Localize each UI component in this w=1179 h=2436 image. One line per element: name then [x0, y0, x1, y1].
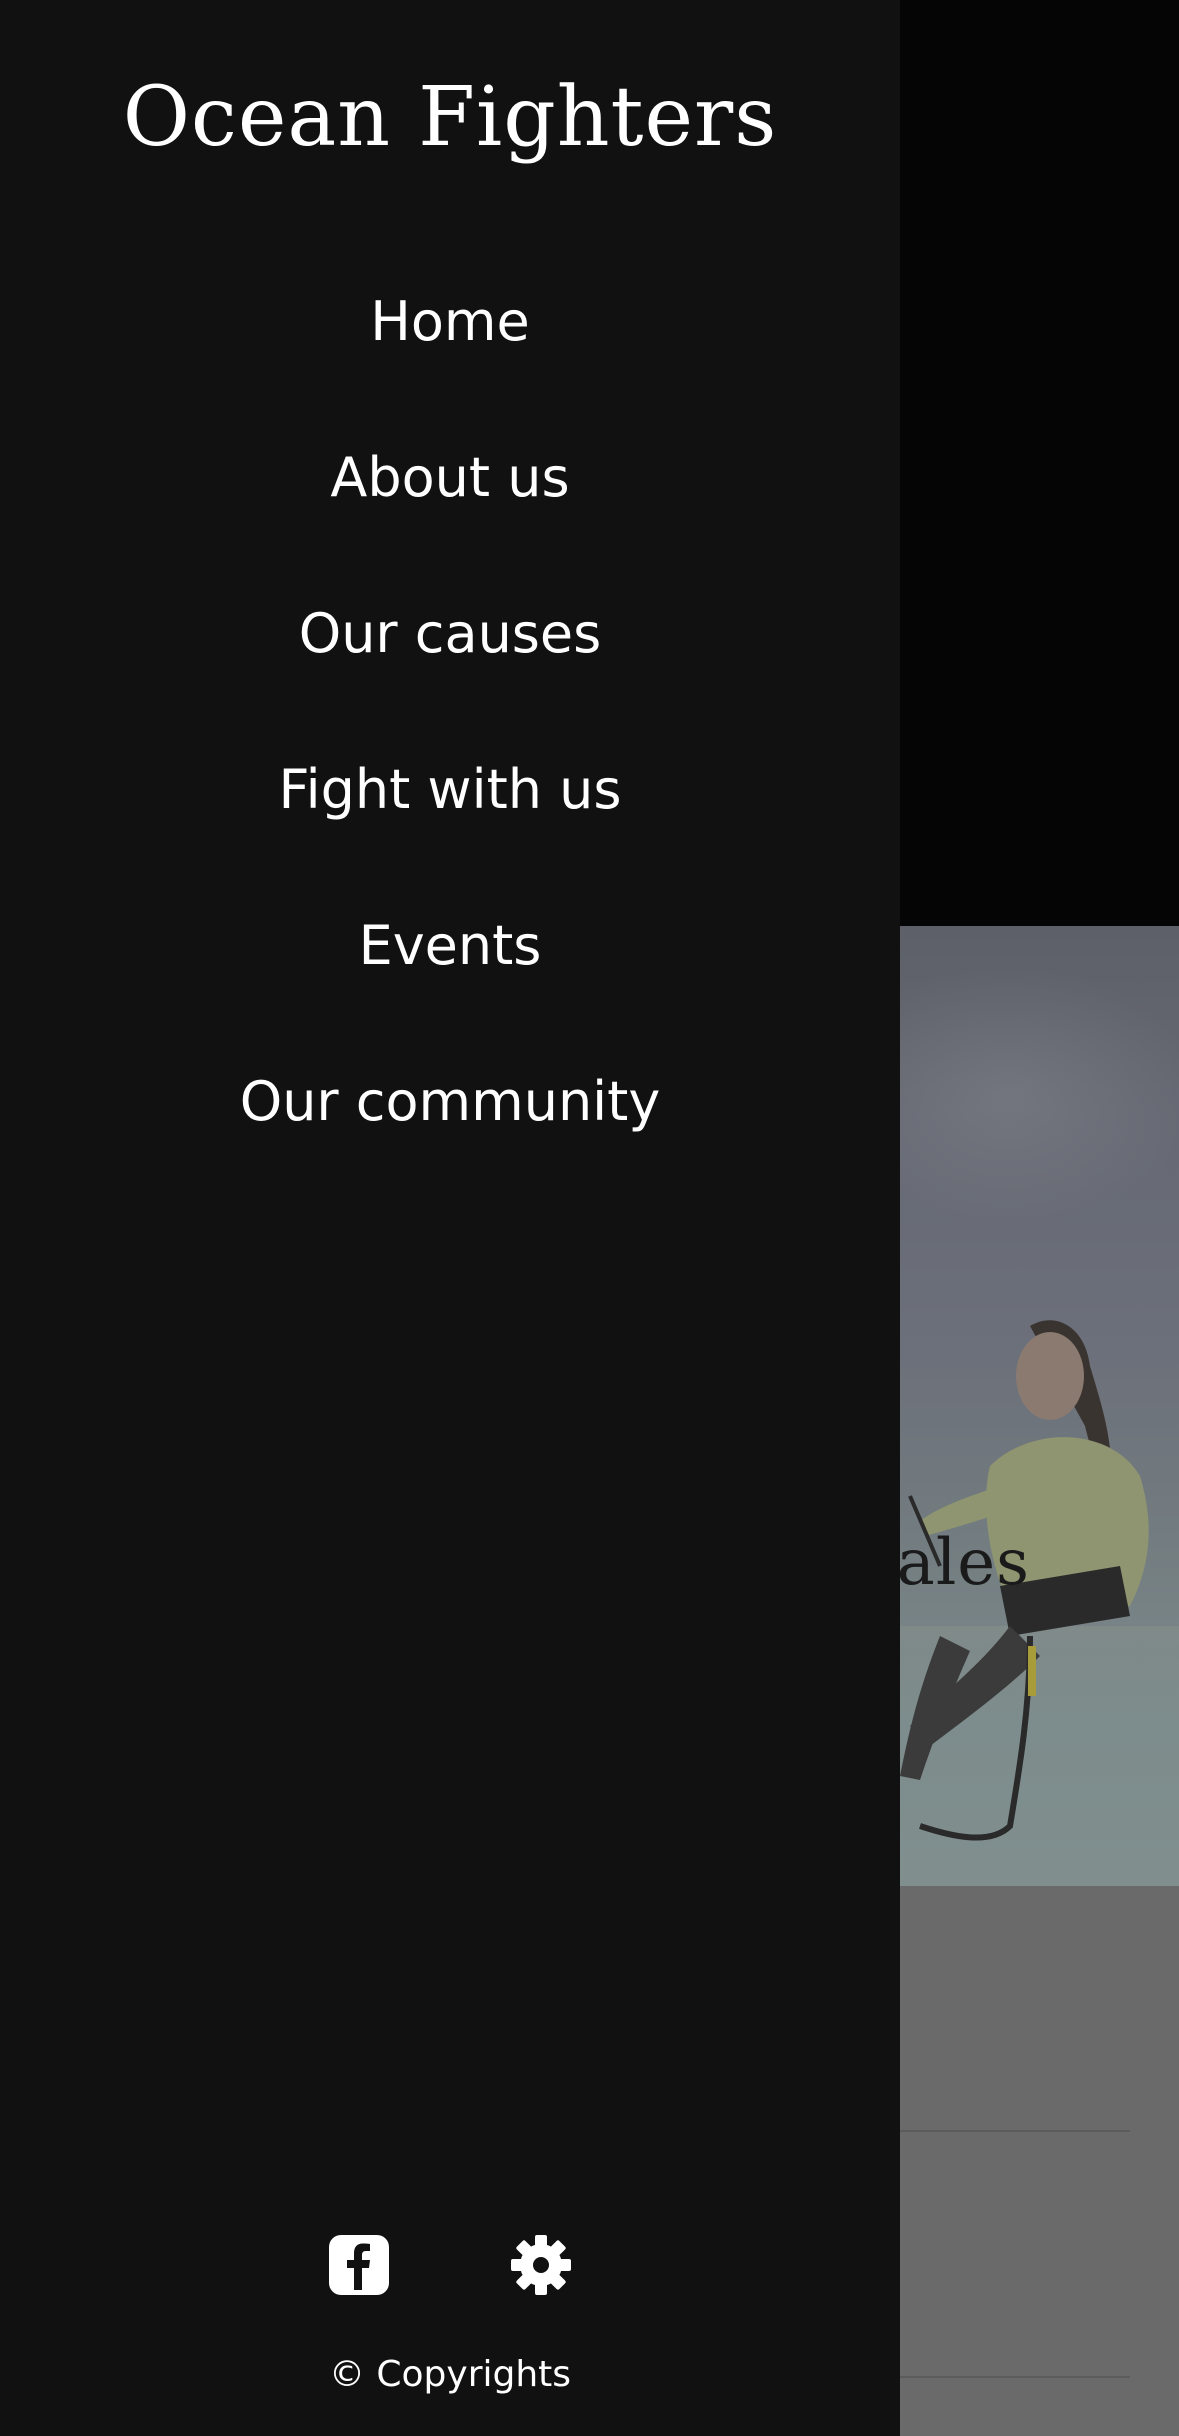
hero-clouds: [880, 966, 1179, 1226]
footer-icons: [0, 2230, 900, 2300]
nav-item-our-community[interactable]: Our community: [0, 1042, 900, 1198]
brand-logo-text[interactable]: Ocean Fighters: [0, 58, 900, 178]
copyright-text: © Copyrights: [328, 2354, 572, 2395]
nav-item-about-us[interactable]: About us: [0, 418, 900, 574]
nav-item-our-causes[interactable]: Our causes: [0, 574, 900, 730]
gear-icon[interactable]: [510, 2234, 572, 2296]
side-drawer: Ocean Fighters Home About us Our causes …: [0, 0, 900, 2436]
facebook-icon[interactable]: [328, 2234, 390, 2296]
nav-item-home[interactable]: Home: [0, 262, 900, 418]
drawer-nav: Home About us Our causes Fight with us E…: [0, 262, 900, 1198]
nav-item-fight-with-us[interactable]: Fight with us: [0, 730, 900, 886]
drawer-footer: © Copyrights: [0, 2230, 900, 2395]
nav-item-events[interactable]: Events: [0, 886, 900, 1042]
